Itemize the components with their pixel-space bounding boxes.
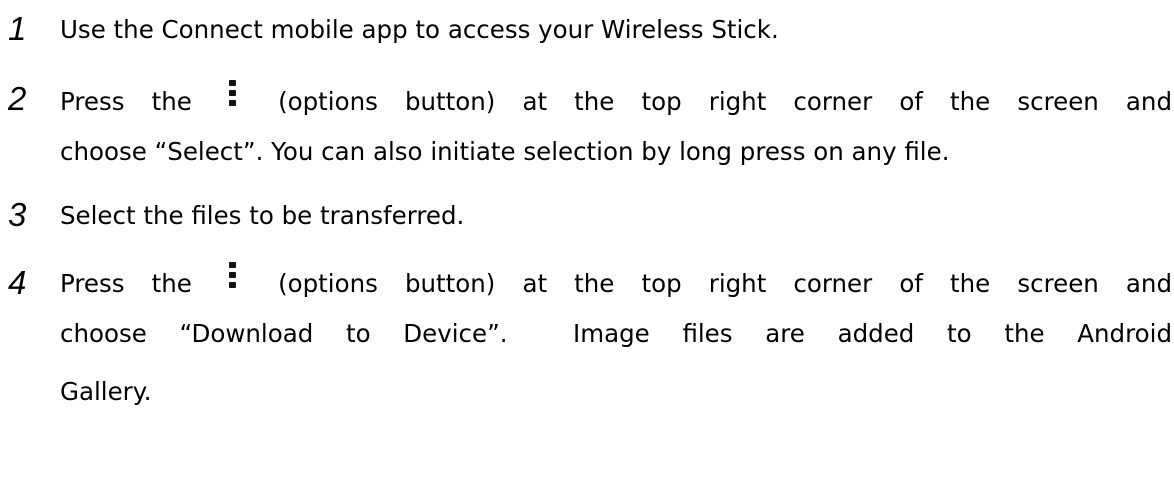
step-number: 3 xyxy=(8,196,27,233)
step-number: 2 xyxy=(8,80,27,117)
options-kebab-icon xyxy=(223,80,243,114)
step-text-line-2: choose “Select”. You can also initiate s… xyxy=(60,137,950,166)
step-text-line-2: choose “Download to Device”. Image files… xyxy=(60,319,1172,348)
step-text: Select the files to be transferred. xyxy=(60,201,465,230)
step-text-line-1: Press the (options button) at the top ri… xyxy=(60,262,1172,297)
step-text-prefix: Press the xyxy=(60,269,192,298)
step-text-prefix: Press the xyxy=(60,87,192,116)
step-number: 4 xyxy=(8,264,27,301)
step-text-line-3: Gallery. xyxy=(60,377,152,406)
step-text-line-1: Press the (options button) at the top ri… xyxy=(60,80,1172,115)
step-text-rest: (options button) at the top right corner… xyxy=(278,269,1173,298)
options-kebab-icon xyxy=(223,262,243,296)
step-number: 1 xyxy=(8,10,27,47)
step-text: Use the Connect mobile app to access you… xyxy=(60,15,779,44)
step-text-rest: (options button) at the top right corner… xyxy=(278,87,1173,116)
